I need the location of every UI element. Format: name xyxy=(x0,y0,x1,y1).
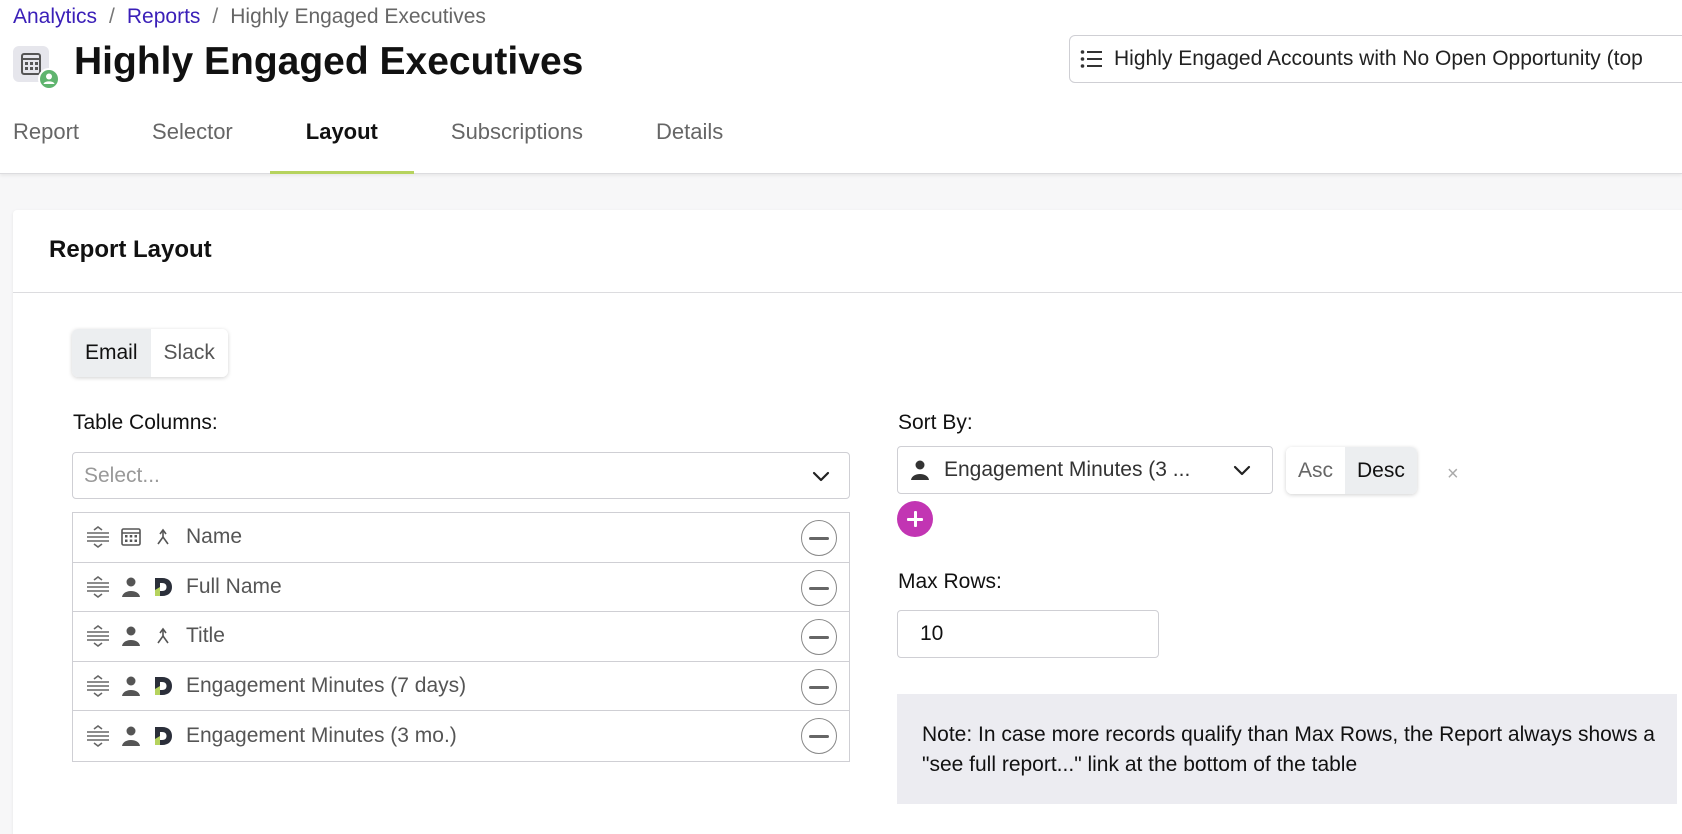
person-icon xyxy=(120,625,142,647)
breadcrumb-separator: / xyxy=(212,5,219,28)
table-columns-list: Name Full Name Title Engagement Minutes (7 … xyxy=(72,512,850,762)
remove-column-button[interactable] xyxy=(801,619,837,655)
breadcrumb-analytics-link[interactable]: Analytics xyxy=(13,5,97,29)
tab-layout[interactable]: Layout xyxy=(269,110,415,174)
tab-bar: Report Selector Layout Subscriptions Det… xyxy=(0,110,723,174)
column-row[interactable]: Engagement Minutes (7 days) xyxy=(73,662,849,711)
drag-handle-icon[interactable] xyxy=(86,625,110,648)
person-icon xyxy=(120,576,142,598)
asc-button[interactable]: Asc xyxy=(1286,447,1346,494)
person-icon xyxy=(911,460,929,480)
column-name: Engagement Minutes (7 days) xyxy=(186,673,467,697)
column-name: Title xyxy=(186,624,225,648)
add-sort-button[interactable] xyxy=(897,501,933,537)
card-title: Report Layout xyxy=(13,210,1682,293)
column-name: Full Name xyxy=(186,574,282,598)
remove-column-button[interactable] xyxy=(801,668,837,705)
max-rows-label: Max Rows: xyxy=(898,570,1002,593)
sort-by-select[interactable]: Engagement Minutes (3 ... xyxy=(897,446,1273,494)
clear-sort-button[interactable]: × xyxy=(1447,464,1459,484)
desc-button[interactable]: Desc xyxy=(1345,447,1417,494)
channel-toggle: Email Slack xyxy=(72,329,228,377)
report-icon xyxy=(13,46,61,90)
drag-handle-icon[interactable] xyxy=(86,526,110,549)
person-icon xyxy=(120,725,142,747)
column-row[interactable]: Full Name xyxy=(73,563,849,612)
slack-toggle-button[interactable]: Slack xyxy=(150,329,228,377)
column-name: Engagement Minutes (3 mo.) xyxy=(186,723,457,747)
sort-by-label: Sort By: xyxy=(898,411,973,434)
chevron-down-icon xyxy=(1233,465,1251,476)
tab-details[interactable]: Details xyxy=(656,110,723,174)
breadcrumb: Analytics / Reports / Highly Engaged Exe… xyxy=(13,5,486,29)
top-bar: Analytics / Reports / Highly Engaged Exe… xyxy=(0,0,1682,174)
chevron-down-icon xyxy=(812,471,830,482)
breadcrumb-separator: / xyxy=(109,5,115,28)
table-columns-select[interactable]: Select... xyxy=(72,452,850,499)
d-logo-icon xyxy=(152,725,174,747)
d-logo-icon xyxy=(152,576,174,598)
report-selector-dropdown[interactable]: Highly Engaged Accounts with No Open Opp… xyxy=(1069,35,1682,83)
max-rows-note: Note: In case more records qualify than … xyxy=(897,694,1677,804)
merge-icon xyxy=(152,625,174,647)
list-icon xyxy=(1080,50,1102,68)
breadcrumb-current: Highly Engaged Executives xyxy=(230,5,486,28)
tab-selector[interactable]: Selector xyxy=(152,110,233,174)
drag-handle-icon[interactable] xyxy=(86,674,110,697)
drag-handle-icon[interactable] xyxy=(86,575,110,598)
column-name: Name xyxy=(186,525,243,549)
remove-column-button[interactable] xyxy=(801,520,837,556)
report-selector-value: Highly Engaged Accounts with No Open Opp… xyxy=(1114,47,1643,70)
page-title: Highly Engaged Executives xyxy=(74,40,584,83)
tab-report[interactable]: Report xyxy=(13,110,79,174)
d-logo-icon xyxy=(152,675,174,697)
tab-subscriptions[interactable]: Subscriptions xyxy=(451,110,583,174)
column-row[interactable]: Name xyxy=(73,513,849,563)
breadcrumb-reports-link[interactable]: Reports xyxy=(127,5,201,29)
table-columns-label: Table Columns: xyxy=(73,411,218,434)
max-rows-input[interactable]: 10 xyxy=(897,610,1159,658)
merge-icon xyxy=(152,526,174,548)
person-icon xyxy=(120,675,142,697)
sort-direction-toggle: Asc Desc xyxy=(1286,447,1417,494)
remove-column-button[interactable] xyxy=(801,718,837,754)
remove-column-button[interactable] xyxy=(801,569,837,606)
email-toggle-button[interactable]: Email xyxy=(72,329,151,377)
table-columns-placeholder: Select... xyxy=(84,464,160,487)
sort-by-value: Engagement Minutes (3 ... xyxy=(944,458,1191,481)
column-row[interactable]: Engagement Minutes (3 mo.) xyxy=(73,711,849,761)
building-icon xyxy=(120,526,142,548)
person-badge-icon xyxy=(38,68,60,90)
drag-handle-icon[interactable] xyxy=(86,724,110,747)
column-row[interactable]: Title xyxy=(73,612,849,662)
